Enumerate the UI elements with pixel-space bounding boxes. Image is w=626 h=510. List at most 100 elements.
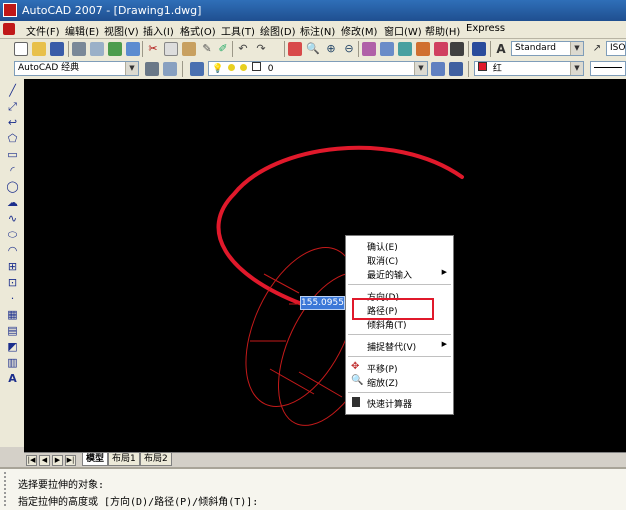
- zoom-previous-icon[interactable]: ⊖: [342, 42, 356, 56]
- spline-icon[interactable]: ∿: [6, 213, 19, 225]
- table-icon[interactable]: ▥: [6, 357, 19, 369]
- polygon-icon[interactable]: ⬠: [6, 133, 19, 145]
- hatch-icon[interactable]: ▦: [6, 309, 19, 321]
- pan-realtime-icon[interactable]: [288, 42, 302, 56]
- autocad-app-icon[interactable]: [3, 3, 17, 17]
- 3d-dwf-icon[interactable]: [126, 42, 140, 56]
- menu-item-pan[interactable]: 平移(P): [367, 362, 397, 375]
- menu-dimension[interactable]: 标注(N): [300, 23, 335, 38]
- menu-help[interactable]: 帮助(H): [425, 23, 460, 38]
- redo-icon[interactable]: ↷: [254, 42, 268, 56]
- linetype-select[interactable]: [590, 61, 626, 76]
- command-line[interactable]: 选择要拉伸的对象: 指定拉伸的高度或 [方向(D)/路径(P)/倾斜角(T)]:: [0, 467, 626, 510]
- text-style-select[interactable]: Standard ▼: [511, 41, 584, 56]
- submenu-arrow-icon: ▶: [441, 340, 447, 348]
- color-select[interactable]: 红 ▼: [474, 61, 584, 76]
- ellipse-icon[interactable]: ⬭: [6, 229, 19, 241]
- last-tab-icon[interactable]: ▶|: [65, 455, 76, 466]
- gradient-icon[interactable]: ▤: [6, 325, 19, 337]
- menu-item-snap-overrides[interactable]: 捕捉替代(V): [367, 340, 416, 353]
- layer-manager-icon[interactable]: [190, 62, 204, 76]
- menu-draw[interactable]: 绘图(D): [260, 23, 296, 38]
- menu-file[interactable]: 文件(F): [26, 23, 60, 38]
- chevron-down-icon[interactable]: ▼: [125, 62, 138, 75]
- menu-modify[interactable]: 修改(M): [341, 23, 377, 38]
- prev-tab-icon[interactable]: ◀: [39, 455, 50, 466]
- layer-previous-icon[interactable]: [449, 62, 463, 76]
- plot-preview-icon[interactable]: [90, 42, 104, 56]
- text-style-icon[interactable]: A: [494, 42, 508, 56]
- multiline-text-icon[interactable]: A: [6, 373, 19, 385]
- design-center-icon[interactable]: [380, 42, 394, 56]
- help-icon[interactable]: [472, 42, 486, 56]
- command-line-grip[interactable]: [4, 472, 12, 506]
- plot-icon[interactable]: [72, 42, 86, 56]
- make-layer-current-icon[interactable]: [431, 62, 445, 76]
- menu-express[interactable]: Express: [466, 23, 505, 34]
- point-icon[interactable]: ·: [6, 293, 19, 305]
- menu-view[interactable]: 视图(V): [104, 23, 139, 38]
- chevron-down-icon[interactable]: ▼: [414, 62, 427, 75]
- sheet-set-icon[interactable]: [416, 42, 430, 56]
- menu-item-confirm[interactable]: 确认(E): [367, 240, 398, 253]
- my-workspace-icon[interactable]: [163, 62, 177, 76]
- polyline-icon[interactable]: ↩: [6, 117, 19, 129]
- copy-icon[interactable]: [164, 42, 178, 56]
- tab-model[interactable]: 模型: [82, 453, 109, 466]
- cut-icon[interactable]: ✂: [146, 42, 160, 56]
- workspace-settings-icon[interactable]: [145, 62, 159, 76]
- rectangle-icon[interactable]: ▭: [6, 149, 19, 161]
- dim-style-select[interactable]: ISO-: [606, 41, 626, 56]
- revision-cloud-icon[interactable]: ☁: [6, 197, 19, 209]
- pan-icon: ✥: [351, 361, 360, 372]
- standard-toolbar: ✂ ✎ ✐ ↶ ↷ 🔍 ⊕ ⊖ A Standard ▼ ↗ ISO-: [0, 39, 626, 60]
- region-icon[interactable]: ◩: [6, 341, 19, 353]
- zoom-window-icon[interactable]: ⊕: [324, 42, 338, 56]
- layers-toolbar: AutoCAD 经典 ▼ 💡 0 ▼ 红 ▼: [0, 59, 626, 80]
- cylinder-edge: [298, 371, 343, 398]
- publish-icon[interactable]: [108, 42, 122, 56]
- menu-item-quickcalc[interactable]: 快速计算器: [367, 397, 412, 410]
- block-editor-icon[interactable]: ✐: [216, 42, 230, 56]
- markup-icon[interactable]: [434, 42, 448, 56]
- sun-icon: [239, 64, 247, 71]
- properties-icon[interactable]: [362, 42, 376, 56]
- tab-layout2[interactable]: 布局2: [140, 453, 172, 466]
- line-icon[interactable]: ╱: [6, 85, 19, 97]
- ellipse-arc-icon[interactable]: ◠: [6, 245, 19, 257]
- document-icon[interactable]: [3, 23, 15, 35]
- circle-icon[interactable]: ◯: [6, 181, 19, 193]
- construction-line-icon[interactable]: ⤢: [6, 101, 19, 113]
- insert-block-icon[interactable]: ⊞: [6, 261, 19, 273]
- chevron-down-icon[interactable]: ▼: [570, 42, 583, 55]
- undo-icon[interactable]: ↶: [236, 42, 250, 56]
- menu-edit[interactable]: 编辑(E): [65, 23, 99, 38]
- dynamic-input-box[interactable]: 155.0955: [300, 296, 345, 310]
- menu-item-zoom[interactable]: 缩放(Z): [367, 376, 398, 389]
- menu-format[interactable]: 格式(O): [180, 23, 216, 38]
- tool-palettes-icon[interactable]: [398, 42, 412, 56]
- dim-style-icon[interactable]: ↗: [590, 42, 604, 56]
- tab-layout1[interactable]: 布局1: [108, 453, 140, 466]
- workspace-select[interactable]: AutoCAD 经典 ▼: [14, 61, 139, 76]
- menu-item-recent-input[interactable]: 最近的输入: [367, 268, 412, 281]
- chevron-down-icon[interactable]: ▼: [570, 62, 583, 75]
- first-tab-icon[interactable]: |◀: [26, 455, 37, 466]
- match-properties-icon[interactable]: ✎: [200, 42, 214, 56]
- linetype-sample: [594, 67, 622, 68]
- open-icon[interactable]: [32, 42, 46, 56]
- new-icon[interactable]: [14, 42, 28, 56]
- menu-tools[interactable]: 工具(T): [221, 23, 255, 38]
- calculator-icon[interactable]: [450, 42, 464, 56]
- menu-insert[interactable]: 插入(I): [143, 23, 174, 38]
- zoom-realtime-icon[interactable]: 🔍: [306, 42, 320, 56]
- make-block-icon[interactable]: ⊡: [6, 277, 19, 289]
- paste-icon[interactable]: [182, 42, 196, 56]
- save-icon[interactable]: [50, 42, 64, 56]
- menu-window[interactable]: 窗口(W): [384, 23, 422, 38]
- next-tab-icon[interactable]: ▶: [52, 455, 63, 466]
- drawing-canvas[interactable]: [24, 79, 626, 452]
- menu-item-cancel[interactable]: 取消(C): [367, 254, 398, 267]
- arc-icon[interactable]: ◜: [6, 165, 19, 177]
- layer-select[interactable]: 💡 0 ▼: [208, 61, 428, 76]
